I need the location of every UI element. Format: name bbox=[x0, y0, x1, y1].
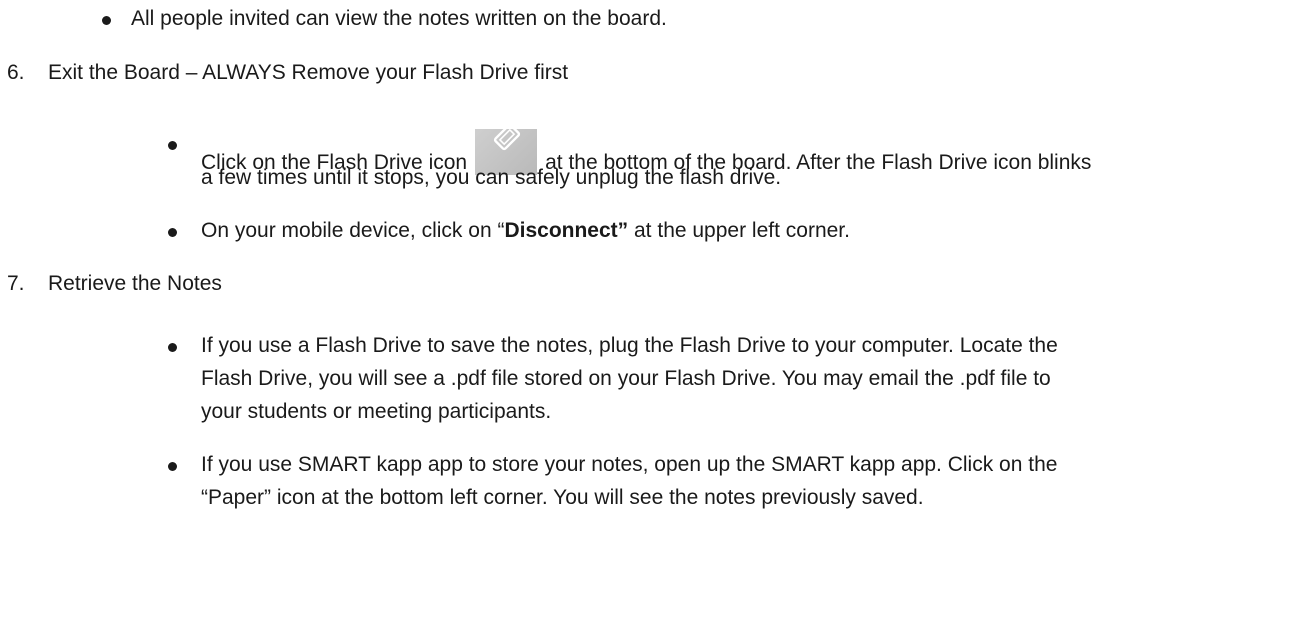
bullet-point bbox=[168, 141, 177, 150]
section-number: 6. bbox=[7, 61, 25, 84]
paragraph-text: On your mobile device, click on “ bbox=[201, 219, 505, 242]
paragraph-text: at the upper left corner. bbox=[628, 219, 850, 242]
paragraph-text: All people invited can view the notes wr… bbox=[131, 7, 667, 30]
paragraph-line: On your mobile device, click on “Disconn… bbox=[201, 216, 850, 245]
paragraph-text: “Paper” icon at the bottom left corner. … bbox=[201, 486, 924, 509]
disconnect-label: Disconnect” bbox=[504, 219, 629, 242]
paragraph-text: a few times until it stops, you can safe… bbox=[201, 166, 782, 189]
bullet-point bbox=[168, 462, 177, 471]
paragraph-text: your students or meeting participants. bbox=[201, 400, 552, 423]
section-heading: Exit the Board – ALWAYS Remove your Flas… bbox=[48, 61, 569, 84]
bullet-point bbox=[102, 16, 111, 25]
paragraph-text: If you use a Flash Drive to save the not… bbox=[201, 334, 1058, 357]
bullet-point bbox=[168, 343, 177, 352]
section-heading: Retrieve the Notes bbox=[48, 272, 222, 295]
paragraph-text: If you use SMART kapp app to store your … bbox=[201, 453, 1058, 476]
section-number: 7. bbox=[7, 272, 25, 295]
bullet-point bbox=[168, 228, 177, 237]
paragraph-text: Flash Drive, you will see a .pdf file st… bbox=[201, 367, 1051, 390]
